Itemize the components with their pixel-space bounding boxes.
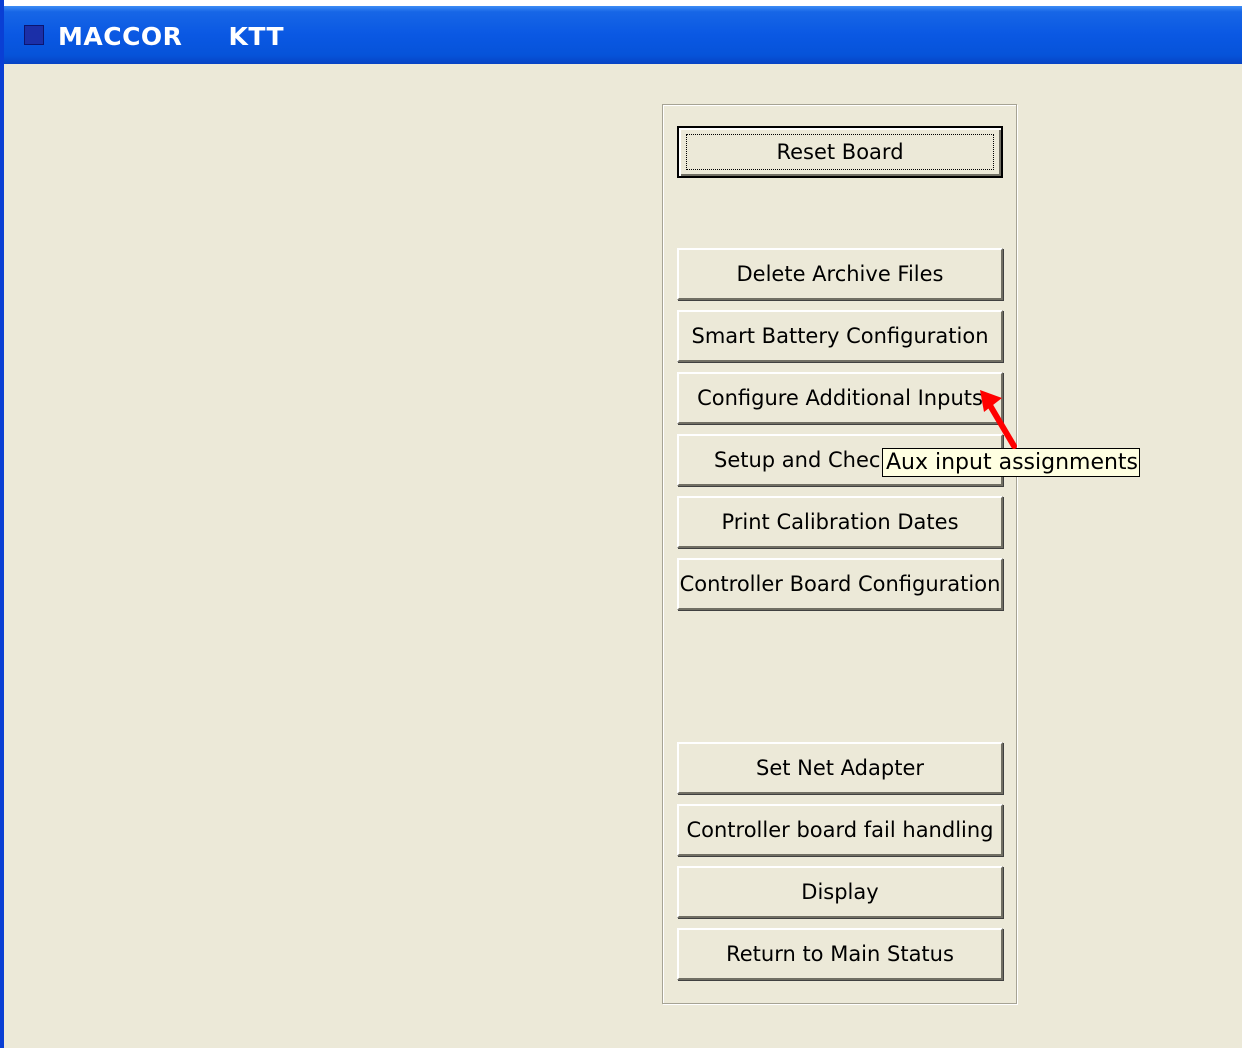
reset-board-label: Reset Board	[776, 140, 904, 164]
display-label: Display	[801, 880, 879, 904]
title-bar[interactable]: MACCOR KTT	[4, 6, 1242, 64]
delete-archive-files-button[interactable]: Delete Archive Files	[677, 248, 1003, 300]
window-title: MACCOR KTT	[58, 22, 284, 51]
smart-battery-configuration-button[interactable]: Smart Battery Configuration	[677, 310, 1003, 362]
configure-additional-inputs-button[interactable]: Configure Additional Inputs	[677, 372, 1003, 424]
controller-board-fail-handling-button[interactable]: Controller board fail handling	[677, 804, 1003, 856]
controller-board-configuration-button[interactable]: Controller Board Configuration	[677, 558, 1003, 610]
reset-board-button[interactable]: Reset Board	[677, 126, 1003, 178]
app-icon	[24, 25, 44, 45]
delete-archive-files-label: Delete Archive Files	[736, 262, 944, 286]
set-net-adapter-label: Set Net Adapter	[755, 756, 924, 780]
configure-additional-inputs-label: Configure Additional Inputs	[697, 386, 983, 410]
controller-board-fail-handling-label: Controller board fail handling	[686, 818, 994, 842]
return-to-main-status-label: Return to Main Status	[726, 942, 954, 966]
controller-board-configuration-label: Controller Board Configuration	[679, 572, 1001, 596]
main-window: MACCOR KTT Reset Board Delete Archive Fi…	[0, 0, 1242, 1048]
red-arrow-icon	[980, 390, 1017, 449]
print-calibration-dates-label: Print Calibration Dates	[721, 510, 959, 534]
set-net-adapter-button[interactable]: Set Net Adapter	[677, 742, 1003, 794]
smart-battery-configuration-label: Smart Battery Configuration	[691, 324, 989, 348]
setup-and-check-label: Setup and Check	[714, 448, 893, 472]
print-calibration-dates-button[interactable]: Print Calibration Dates	[677, 496, 1003, 548]
return-to-main-status-button[interactable]: Return to Main Status	[677, 928, 1003, 980]
display-button[interactable]: Display	[677, 866, 1003, 918]
